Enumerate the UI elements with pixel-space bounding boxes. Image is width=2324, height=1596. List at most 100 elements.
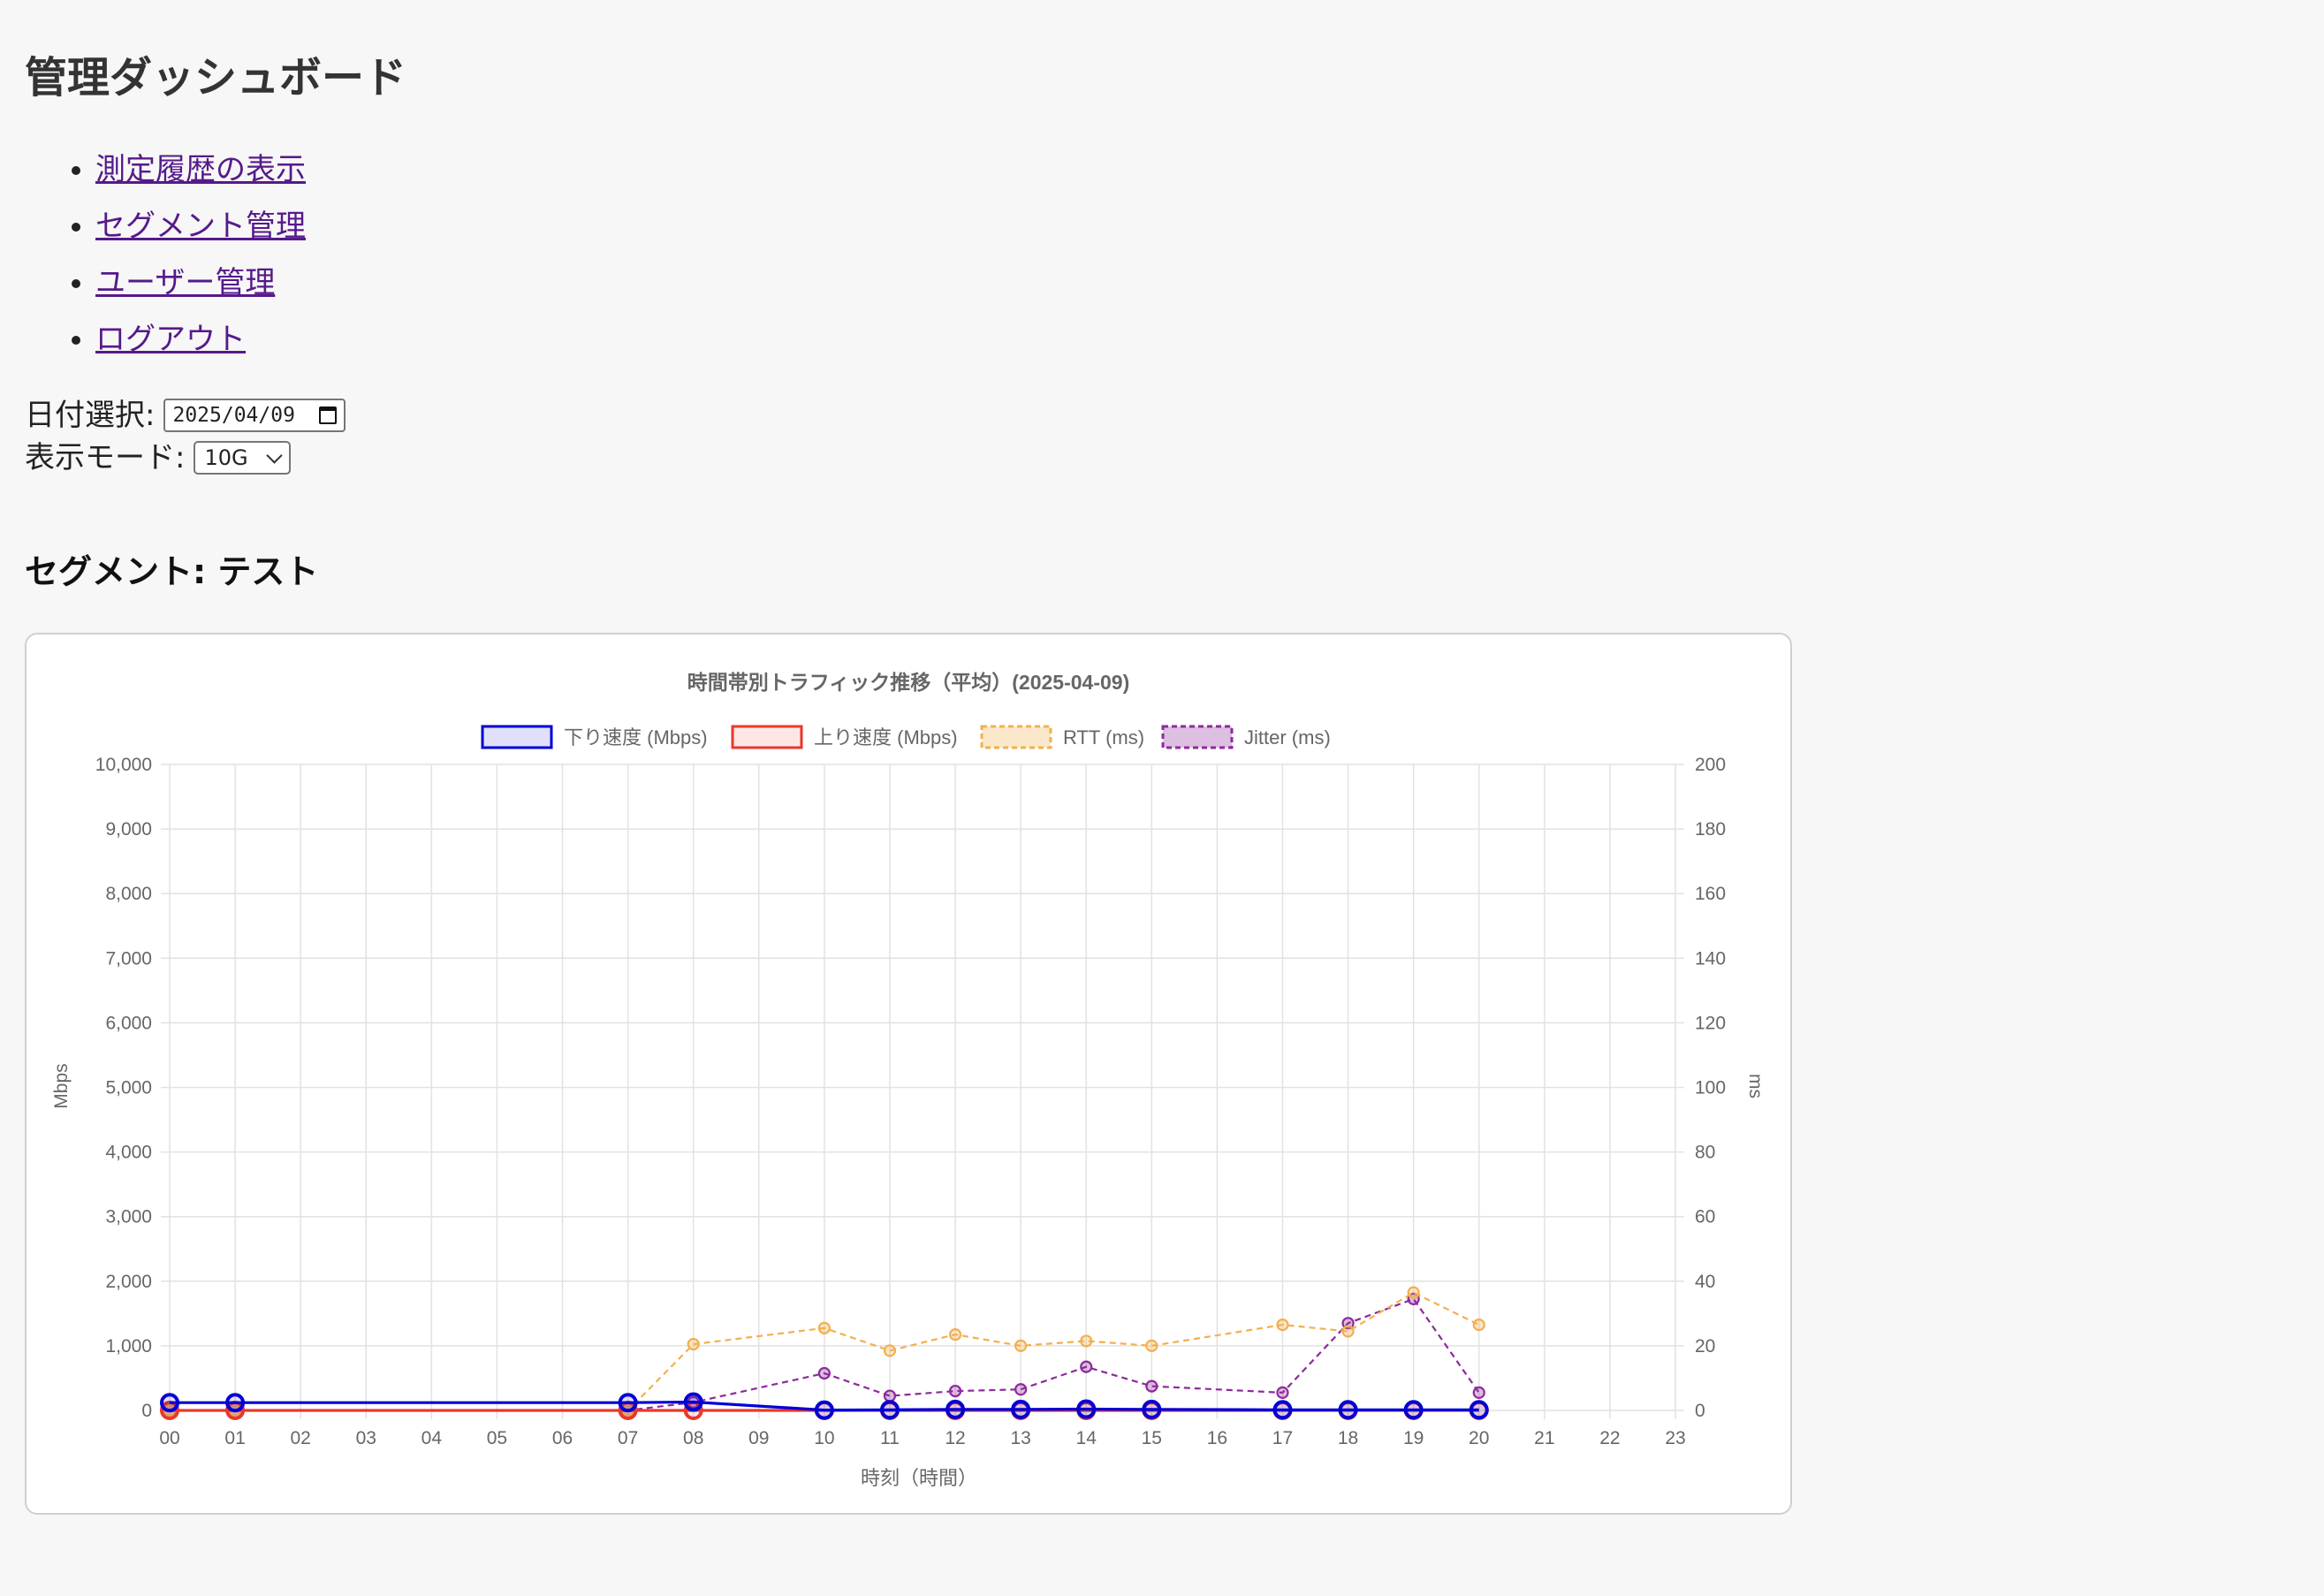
x-tick-label: 14: [1076, 1428, 1097, 1448]
y-tick-label-right: 180: [1695, 819, 1726, 840]
x-tick-label: 21: [1534, 1428, 1554, 1448]
x-tick-label: 02: [290, 1428, 310, 1448]
data-point: [1272, 1400, 1293, 1420]
data-point: [1338, 1400, 1358, 1420]
nav-link-logout[interactable]: ログアウト: [95, 322, 246, 357]
y-tick-label-right: 60: [1695, 1207, 1715, 1227]
data-point: [1014, 1383, 1028, 1396]
mode-value: 10G: [204, 445, 248, 470]
y-axis-left-label: Mbps: [51, 1063, 72, 1108]
data-point: [1341, 1325, 1355, 1338]
y-tick-label-right: 0: [1695, 1401, 1705, 1421]
y-tick-label-right: 40: [1695, 1272, 1715, 1292]
x-tick-label: 06: [552, 1428, 573, 1448]
y-tick-label-left: 8,000: [105, 884, 152, 904]
date-input[interactable]: 2025/04/09: [163, 399, 346, 432]
data-point: [1080, 1334, 1093, 1348]
chart-grid: [161, 764, 1684, 1419]
date-value: 2025/04/09: [172, 404, 295, 427]
data-point: [1080, 1360, 1093, 1373]
x-axis: 00 01 02 03 04 05 06 07 08 09 10 11 12 13 14 15 16 17 18 19…: [159, 1428, 1685, 1448]
y-tick-label-left: 2,000: [105, 1272, 152, 1292]
legend-swatch: [980, 725, 1052, 749]
data-point: [160, 1393, 179, 1413]
controls: 日付選択: 2025/04/09 表示モード: 10G: [25, 394, 346, 479]
x-tick-label: 11: [880, 1428, 900, 1448]
data-point: [1142, 1399, 1162, 1419]
chart-title: 時間帯別トラフィック推移（平均）(2025-04-09): [687, 671, 1130, 694]
data-point: [687, 1337, 700, 1351]
traffic-chart: 時間帯別トラフィック推移（平均）(2025-04-09) 下り速度 (Mbps)…: [51, 671, 1766, 1489]
nav-link-users[interactable]: ユーザー管理: [95, 265, 275, 300]
nav-link-segments[interactable]: セグメント管理: [95, 209, 306, 244]
x-axis-label: 時刻（時間）: [861, 1467, 977, 1489]
x-tick-label: 05: [487, 1428, 507, 1448]
x-tick-label: 12: [945, 1428, 965, 1448]
x-tick-label: 17: [1272, 1428, 1293, 1448]
data-point: [1076, 1399, 1097, 1419]
x-tick-label: 20: [1469, 1428, 1489, 1448]
x-tick-label: 00: [159, 1428, 179, 1448]
data-point: [1014, 1339, 1028, 1353]
y-tick-label-right: 160: [1695, 884, 1726, 904]
data-point: [946, 1399, 966, 1419]
data-point: [683, 1392, 703, 1412]
legend-label: Jitter (ms): [1244, 726, 1331, 749]
y-tick-label-right: 100: [1695, 1078, 1726, 1098]
y-tick-label-right: 120: [1695, 1013, 1726, 1033]
y-tick-label-left: 1,000: [105, 1336, 152, 1357]
chart-legend: 下り速度 (Mbps) 上り速度 (Mbps) RTT (ms) Jitter (ms…: [481, 725, 1331, 749]
legend-label: 上り速度 (Mbps): [814, 726, 958, 749]
y-tick-label-left: 6,000: [105, 1013, 152, 1033]
x-tick-label: 04: [422, 1428, 443, 1448]
mode-row: 表示モード: 10G: [25, 437, 346, 479]
y-axis-right: 0 20 40 60 80 100 120 140 160 180 200: [1695, 755, 1726, 1421]
y-tick-label-left: 10,000: [95, 755, 152, 775]
chevron-down-icon: [266, 446, 284, 464]
y-tick-label-left: 7,000: [105, 948, 152, 969]
y-tick-label-right: 80: [1695, 1143, 1715, 1163]
legend-swatch: [731, 725, 803, 749]
segment-heading: セグメント: テスト: [25, 552, 319, 591]
data-point: [948, 1384, 962, 1398]
nav-item: ユーザー管理: [95, 255, 306, 311]
data-point: [814, 1400, 834, 1420]
data-point: [618, 1393, 638, 1413]
x-tick-label: 07: [618, 1428, 638, 1448]
x-tick-label: 09: [748, 1428, 769, 1448]
date-label: 日付選択:: [25, 398, 156, 433]
y-tick-label-left: 9,000: [105, 819, 152, 840]
calendar-icon[interactable]: [319, 407, 338, 424]
data-point: [1469, 1400, 1489, 1420]
y-axis-right-label: ms: [1745, 1074, 1766, 1098]
data-point: [817, 1366, 831, 1380]
data-point: [1276, 1386, 1289, 1399]
x-tick-label: 19: [1403, 1428, 1424, 1448]
y-tick-label-left: 3,000: [105, 1207, 152, 1227]
x-tick-label: 18: [1338, 1428, 1358, 1448]
y-tick-label-left: 5,000: [105, 1078, 152, 1098]
y-tick-label-left: 0: [141, 1401, 152, 1421]
mode-select[interactable]: 10G: [194, 441, 292, 475]
data-point: [1472, 1319, 1485, 1332]
page-title: 管理ダッシュボード: [25, 53, 407, 103]
y-tick-label-right: 200: [1695, 755, 1726, 775]
nav-link-history[interactable]: 測定履歴の表示: [95, 152, 306, 187]
legend-swatch: [1161, 725, 1234, 749]
x-tick-label: 08: [683, 1428, 703, 1448]
legend-label: RTT (ms): [1063, 726, 1144, 749]
data-point: [225, 1393, 246, 1413]
mode-label: 表示モード:: [25, 440, 186, 475]
nav-item: セグメント管理: [95, 198, 306, 255]
data-point: [1011, 1399, 1031, 1419]
x-tick-label: 01: [224, 1428, 245, 1448]
x-tick-label: 16: [1207, 1428, 1227, 1448]
date-row: 日付選択: 2025/04/09: [25, 394, 346, 437]
nav-list: 測定履歴の表示 セグメント管理 ユーザー管理 ログアウト: [25, 141, 306, 368]
data-point: [1403, 1400, 1424, 1420]
x-tick-label: 03: [356, 1428, 376, 1448]
legend-swatch: [481, 725, 553, 749]
y-tick-label-left: 4,000: [105, 1143, 152, 1163]
x-tick-label: 23: [1665, 1428, 1685, 1448]
data-point: [883, 1389, 897, 1402]
